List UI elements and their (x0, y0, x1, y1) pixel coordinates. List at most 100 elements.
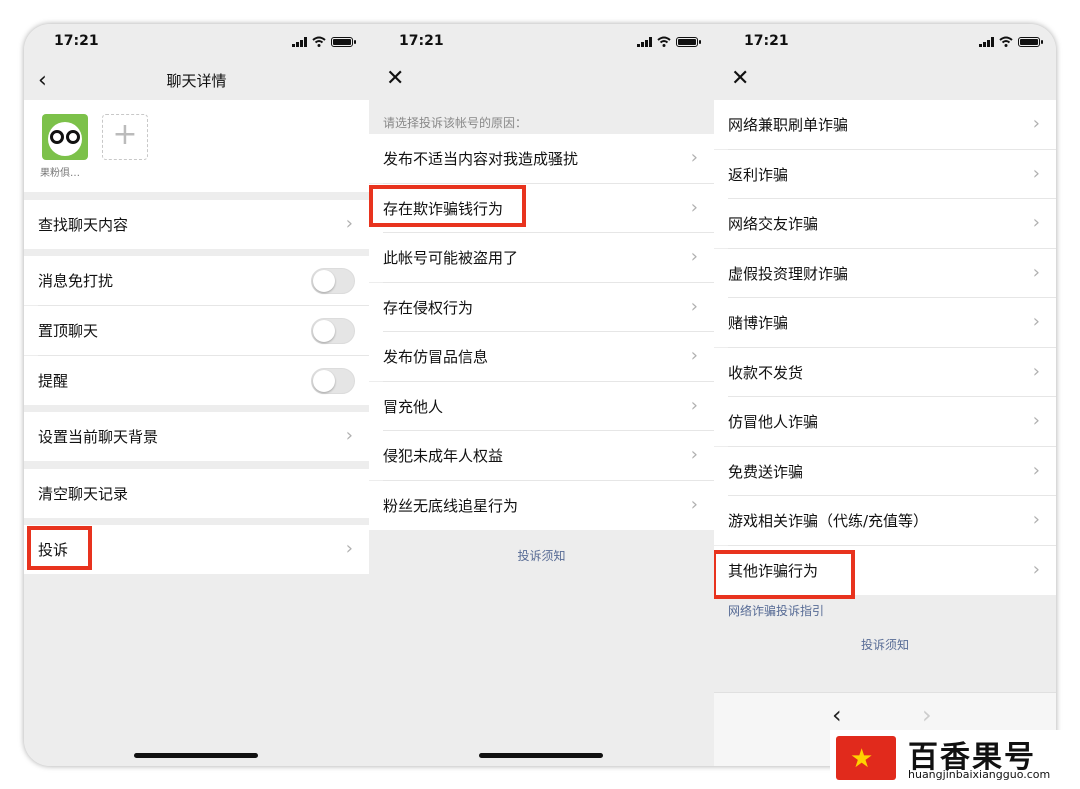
fraud-item[interactable]: 虚假投资理财诈骗 › (714, 249, 1056, 298)
back-arrow-icon[interactable]: ‹ (832, 701, 842, 729)
chevron-right-icon: › (345, 538, 353, 559)
mute-row: 消息免打扰 (24, 256, 369, 305)
fraud-guide-link[interactable]: 网络诈骗投诉指引 (728, 602, 824, 619)
search-chat-row[interactable]: 查找聊天内容 › (24, 200, 369, 249)
brand-logo-icon: ★ (836, 736, 896, 780)
reason-label: 发布仿冒品信息 (383, 348, 489, 366)
reason-label: 存在侵权行为 (383, 299, 474, 317)
reason-item[interactable]: 存在侵权行为 › (369, 283, 714, 332)
complaint-notice-link[interactable]: 投诉须知 (714, 636, 1056, 653)
fraud-label: 返利诈骗 (728, 166, 789, 184)
row-label: 消息免打扰 (38, 272, 114, 290)
nav-bar: ✕ (714, 60, 1056, 100)
chat-background-row[interactable]: 设置当前聊天背景 › (24, 412, 369, 461)
fraud-item[interactable]: 赌博诈骗 › (714, 298, 1056, 347)
fraud-item[interactable]: 游戏相关诈骗（代练/充值等） › (714, 496, 1056, 545)
status-time: 17:21 (744, 33, 789, 49)
fraud-label: 赌博诈骗 (728, 314, 789, 332)
fraud-item[interactable]: 返利诈骗 › (714, 150, 1056, 199)
status-time: 17:21 (399, 33, 444, 49)
screenshot-frame: 17:21 ‹ 聊天详情 果粉俱… + 查找聊天内容 › 消息免打扰 置顶聊天 … (24, 24, 1056, 766)
reason-item[interactable]: 此帐号可能被盗用了 › (369, 233, 714, 282)
row-label: 置顶聊天 (38, 322, 99, 340)
chevron-right-icon: › (1032, 113, 1040, 134)
fraud-item[interactable]: 收款不发货 › (714, 348, 1056, 397)
reason-label: 发布不适当内容对我造成骚扰 (383, 150, 579, 168)
row-label: 查找聊天内容 (38, 216, 129, 234)
signal-icon (979, 36, 994, 47)
highlight-box (369, 185, 526, 227)
remind-toggle[interactable] (311, 368, 355, 394)
signal-icon (637, 36, 652, 47)
battery-icon (331, 36, 356, 47)
status-time: 17:21 (54, 33, 99, 49)
fraud-item[interactable]: 仿冒他人诈骗 › (714, 397, 1056, 446)
status-icons (979, 36, 1043, 47)
chevron-right-icon: › (1032, 163, 1040, 184)
nav-bar: ✕ (369, 60, 714, 100)
reason-item[interactable]: 发布仿冒品信息 › (369, 332, 714, 381)
pin-toggle[interactable] (311, 318, 355, 344)
status-icons (292, 36, 356, 47)
chevron-right-icon: › (690, 444, 698, 465)
chevron-right-icon: › (1032, 410, 1040, 431)
chevron-right-icon: › (1032, 212, 1040, 233)
member-avatar[interactable] (42, 114, 88, 160)
wifi-icon (657, 36, 671, 47)
chevron-right-icon: › (345, 425, 353, 446)
fraud-item[interactable]: 网络兼职刷单诈骗 › (714, 100, 1056, 149)
add-member-button[interactable]: + (102, 114, 148, 160)
star-icon: ★ (850, 744, 874, 774)
mute-toggle[interactable] (311, 268, 355, 294)
chat-details-screen: 17:21 ‹ 聊天详情 果粉俱… + 查找聊天内容 › 消息免打扰 置顶聊天 … (24, 24, 369, 766)
wifi-icon (999, 36, 1013, 47)
reason-item[interactable]: 侵犯未成年人权益 › (369, 431, 714, 480)
reason-label: 冒充他人 (383, 398, 444, 416)
fraud-item[interactable]: 免费送诈骗 › (714, 447, 1056, 496)
chevron-right-icon: › (690, 395, 698, 416)
fraud-label: 收款不发货 (728, 364, 804, 382)
remind-row: 提醒 (24, 356, 369, 405)
fraud-item[interactable]: 网络交友诈骗 › (714, 199, 1056, 248)
fraud-label: 游戏相关诈骗（代练/充值等） (728, 512, 929, 530)
chevron-right-icon: › (690, 296, 698, 317)
status-bar: 17:21 (24, 24, 369, 60)
reason-hint: 请选择投诉该帐号的原因： (383, 116, 528, 130)
complaint-notice-link[interactable]: 投诉须知 (369, 547, 714, 564)
clear-history-row[interactable]: 清空聊天记录 (24, 469, 369, 518)
nav-bar: ‹ 聊天详情 (24, 60, 369, 100)
forward-arrow-icon[interactable]: › (922, 701, 932, 729)
fraud-label: 网络交友诈骗 (728, 215, 819, 233)
battery-icon (1018, 36, 1043, 47)
chevron-right-icon: › (690, 345, 698, 366)
fraud-label: 网络兼职刷单诈骗 (728, 116, 849, 134)
status-bar: 17:21 (369, 24, 714, 60)
reason-item[interactable]: 粉丝无底线追星行为 › (369, 481, 714, 530)
member-name: 果粉俱… (40, 168, 80, 179)
reason-label: 粉丝无底线追星行为 (383, 497, 519, 515)
chevron-right-icon: › (690, 494, 698, 515)
reason-item[interactable]: 冒充他人 › (369, 382, 714, 431)
status-icons (637, 36, 701, 47)
signal-icon (292, 36, 307, 47)
close-icon[interactable]: ✕ (731, 66, 749, 91)
home-indicator (479, 753, 603, 758)
watermark-logo: ★ 百香果号 huangjinbaixiangguo.com (830, 730, 1075, 784)
chevron-right-icon: › (1032, 361, 1040, 382)
chevron-right-icon: › (690, 147, 698, 168)
chevron-right-icon: › (690, 197, 698, 218)
pin-row: 置顶聊天 (24, 306, 369, 355)
reason-item[interactable]: 发布不适当内容对我造成骚扰 › (369, 134, 714, 183)
wifi-icon (312, 36, 326, 47)
fraud-label: 仿冒他人诈骗 (728, 413, 819, 431)
home-indicator (134, 753, 258, 758)
close-icon[interactable]: ✕ (386, 66, 404, 91)
status-bar: 17:21 (714, 24, 1056, 60)
chevron-right-icon: › (1032, 559, 1040, 580)
highlight-box (27, 526, 92, 570)
row-label: 提醒 (38, 372, 69, 390)
chevron-right-icon: › (1032, 262, 1040, 283)
reason-label: 此帐号可能被盗用了 (383, 249, 519, 267)
chevron-right-icon: › (345, 213, 353, 234)
fraud-label: 免费送诈骗 (728, 463, 804, 481)
